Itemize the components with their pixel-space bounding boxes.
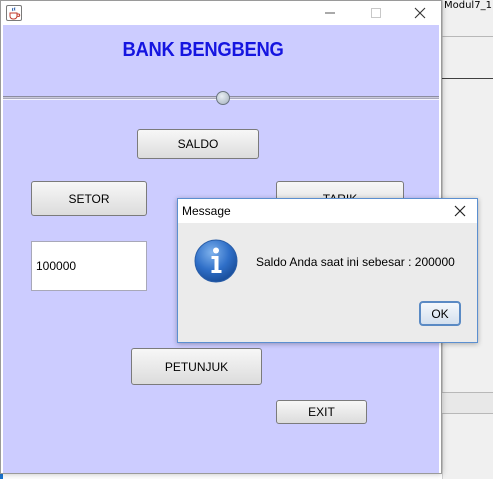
dialog-title: Message xyxy=(182,204,231,218)
window-titlebar xyxy=(1,1,441,25)
maximize-icon xyxy=(371,8,381,18)
message-dialog: Message Saldo Anda saat ini sebesar : 20… xyxy=(177,198,478,343)
dialog-titlebar: Message xyxy=(178,199,477,223)
saldo-button[interactable]: SALDO xyxy=(137,129,259,159)
minimize-icon xyxy=(325,12,335,14)
background-divider xyxy=(442,36,493,37)
close-icon xyxy=(454,205,466,217)
petunjuk-button[interactable]: PETUNJUK xyxy=(131,348,262,385)
close-icon xyxy=(414,7,426,19)
app-title: BANK BENGBENG xyxy=(122,39,284,61)
minimize-button[interactable] xyxy=(307,1,353,25)
close-button[interactable] xyxy=(397,1,443,25)
maximize-button[interactable] xyxy=(353,1,399,25)
background-divider xyxy=(442,78,493,79)
dialog-close-button[interactable] xyxy=(452,203,468,219)
setor-button[interactable]: SETOR xyxy=(31,181,147,216)
background-ide-tab[interactable]: Modul7_1 xyxy=(444,0,493,14)
java-cup-icon xyxy=(6,5,22,21)
info-icon xyxy=(193,238,239,284)
divider-knob[interactable] xyxy=(216,91,230,105)
ok-button[interactable]: OK xyxy=(419,301,461,326)
background-panel-bar xyxy=(442,392,493,414)
amount-input[interactable]: 100000 xyxy=(31,241,147,291)
exit-button[interactable]: EXIT xyxy=(276,400,367,424)
dialog-message: Saldo Anda saat ini sebesar : 200000 xyxy=(256,255,455,269)
